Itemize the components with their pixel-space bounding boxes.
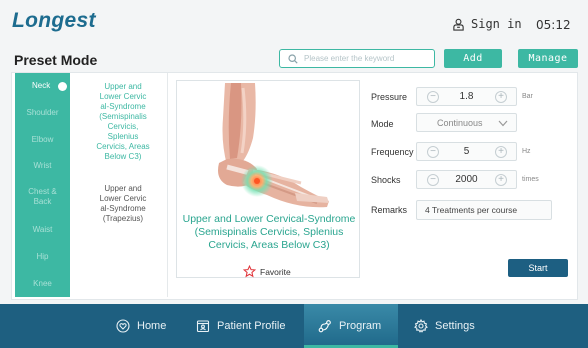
frequency-unit: Hz [522,148,531,155]
foot-anatomy-illustration [218,83,329,208]
treatment-title: Upper and Lower Cervical-Syndrome (Semis… [182,213,356,251]
shocks-decrease-button[interactable]: − [427,174,439,186]
protocol-list: Upper and Lower Cervic al-Syndrome (Semi… [78,73,168,297]
app-header: Longest Sign in 05:12 [0,0,588,46]
frequency-value: 5 [463,146,470,157]
sign-in-button[interactable]: Sign in [452,17,522,31]
mode-label: Mode [371,119,394,129]
frequency-label: Frequency [371,147,414,157]
mode-select[interactable]: Continuous [416,113,517,132]
nav-settings-label: Settings [435,320,475,332]
sign-in-label: Sign in [471,17,522,31]
star-outline-icon [243,265,256,278]
sidebar-item-neck[interactable]: Neck [15,81,70,91]
sidebar-item-shoulder[interactable]: Shoulder [15,108,70,118]
search-icon [288,53,298,64]
protocol-item-cervical-trapezius[interactable]: Upper and Lower Cervic al-Syndrome (Trap… [78,184,168,224]
add-button[interactable]: Add [444,49,502,68]
manage-button[interactable]: Manage [518,49,578,68]
chevron-down-icon [498,120,508,127]
pressure-unit: Bar [522,93,533,100]
patient-folder-icon [196,320,210,333]
sidebar-item-label: Neck [32,81,51,90]
frequency-increase-button[interactable]: + [495,146,507,158]
pressure-stepper: − 1.8 + [416,87,517,106]
remarks-field[interactable]: 4 Treatments per course [416,200,552,220]
bottom-nav: Home Patient Profile Program Settings [0,304,588,348]
sidebar-item-wrist[interactable]: Wrist [15,161,70,171]
pressure-value: 1.8 [459,91,474,102]
page-title: Preset Mode [14,52,98,68]
brand-logo: Longest [12,9,96,32]
sidebar-item-chest-back[interactable]: Chest & Back [15,187,70,207]
frequency-decrease-button[interactable]: − [427,146,439,158]
sidebar-item-elbow[interactable]: Elbow [15,135,70,145]
remarks-label: Remarks [371,205,408,215]
nav-settings[interactable]: Settings [414,304,475,348]
pressure-label: Pressure [371,92,408,102]
shocks-stepper: − 2000 + [416,170,517,189]
pressure-increase-button[interactable]: + [495,91,507,103]
shocks-label: Shocks [371,175,401,185]
start-button[interactable]: Start [508,259,568,277]
shocks-increase-button[interactable]: + [495,174,507,186]
nav-home[interactable]: Home [116,304,166,348]
sidebar-item-knee[interactable]: Knee [15,279,70,289]
search-box[interactable] [279,49,435,68]
nav-patient-profile-label: Patient Profile [217,320,286,332]
nav-patient-profile[interactable]: Patient Profile [196,304,285,348]
mode-value: Continuous [437,118,483,128]
clock-time: 05:12 [536,18,571,32]
frequency-stepper: − 5 + [416,142,517,161]
favorite-label: Favorite [260,266,291,277]
selected-indicator [58,82,67,91]
pressure-decrease-button[interactable]: − [427,91,439,103]
shocks-value: 2000 [455,174,478,185]
shocks-unit: times [522,176,539,183]
nav-home-label: Home [137,320,167,332]
search-input[interactable] [304,54,424,63]
user-badge-icon [453,18,464,31]
treatment-image-card: Upper and Lower Cervical-Syndrome (Semis… [176,80,360,278]
nav-program-label: Program [339,320,382,332]
sidebar-item-waist[interactable]: Waist [15,225,70,235]
nav-program[interactable]: Program [304,304,398,348]
gear-icon [414,319,428,333]
body-part-sidebar: Neck Shoulder Elbow Wrist Chest & Back W… [15,73,70,297]
protocol-item-cervical-semispinalis[interactable]: Upper and Lower Cervic al-Syndrome (Semi… [78,82,168,162]
sidebar-item-hip[interactable]: Hip [15,252,70,262]
favorite-button[interactable]: Favorite [243,265,291,278]
program-nodes-icon [318,320,331,333]
heart-hand-icon [116,319,130,333]
